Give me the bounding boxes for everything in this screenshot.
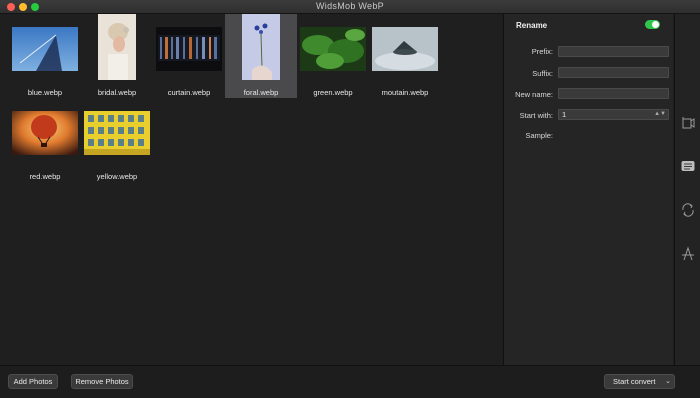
photo-tile[interactable]: curtain.webp (153, 14, 225, 98)
rename-icon[interactable] (680, 158, 696, 174)
photo-tile[interactable]: bridal.webp (81, 14, 153, 98)
suffix-field[interactable] (558, 67, 669, 78)
rename-toggle[interactable] (645, 20, 660, 29)
photo-tile[interactable]: moutain.webp (369, 14, 441, 98)
window-title: WidsMob WebP (316, 1, 384, 11)
photo-thumbnail (98, 14, 136, 80)
start-convert-button[interactable]: Start convert ⌄ (604, 374, 675, 389)
photo-thumbnail (84, 111, 150, 155)
rename-panel: Rename Prefix: Suffix: New name: Start w… (503, 14, 673, 365)
photo-filename: yellow.webp (96, 172, 138, 181)
photo-thumbnail (12, 111, 78, 155)
photo-tile[interactable]: yellow.webp (81, 98, 153, 182)
prefix-label: Prefix: (531, 47, 553, 56)
photo-filename: moutain.webp (381, 88, 429, 97)
tool-sidebar (674, 14, 700, 365)
suffix-label: Suffix: (532, 69, 553, 78)
crop-icon[interactable] (680, 115, 696, 131)
photo-gallery: blue.webp bridal.webp curtain.webp foral… (0, 14, 502, 365)
suffix-input[interactable] (562, 68, 668, 77)
stepper-arrows-icon[interactable]: ▲▼ (654, 110, 666, 119)
new-name-label: New name: (515, 90, 553, 99)
watermark-icon[interactable] (680, 246, 696, 262)
sample-label: Sample: (525, 131, 553, 140)
start-convert-label: Start convert (613, 377, 656, 386)
photo-thumbnail (242, 14, 280, 80)
new-name-input[interactable] (562, 89, 668, 98)
start-with-label: Start with: (519, 111, 553, 120)
remove-photos-button[interactable]: Remove Photos (71, 374, 133, 389)
prefix-field[interactable] (558, 46, 669, 57)
rotate-icon[interactable] (680, 202, 696, 218)
title-bar: WidsMob WebP (0, 0, 700, 14)
start-with-value: 1 (562, 110, 567, 119)
photo-thumbnail (12, 27, 78, 71)
start-with-stepper[interactable]: 1 ▲▼ (558, 109, 669, 120)
photo-tile-selected[interactable]: foral.webp (225, 14, 297, 98)
bottom-toolbar: Add Photos Remove Photos Start convert ⌄ (0, 365, 700, 398)
photo-tile[interactable]: blue.webp (9, 14, 81, 98)
rename-title: Rename (516, 21, 548, 30)
prefix-input[interactable] (562, 47, 668, 56)
chevron-down-icon: ⌄ (665, 378, 671, 385)
photo-tile[interactable]: green.webp (297, 14, 369, 98)
photo-thumbnail (156, 27, 222, 71)
add-photos-button[interactable]: Add Photos (8, 374, 58, 389)
new-name-field[interactable] (558, 88, 669, 99)
photo-thumbnail (372, 27, 438, 71)
photo-thumbnail (300, 27, 366, 71)
photo-tile[interactable]: red.webp (9, 98, 81, 182)
